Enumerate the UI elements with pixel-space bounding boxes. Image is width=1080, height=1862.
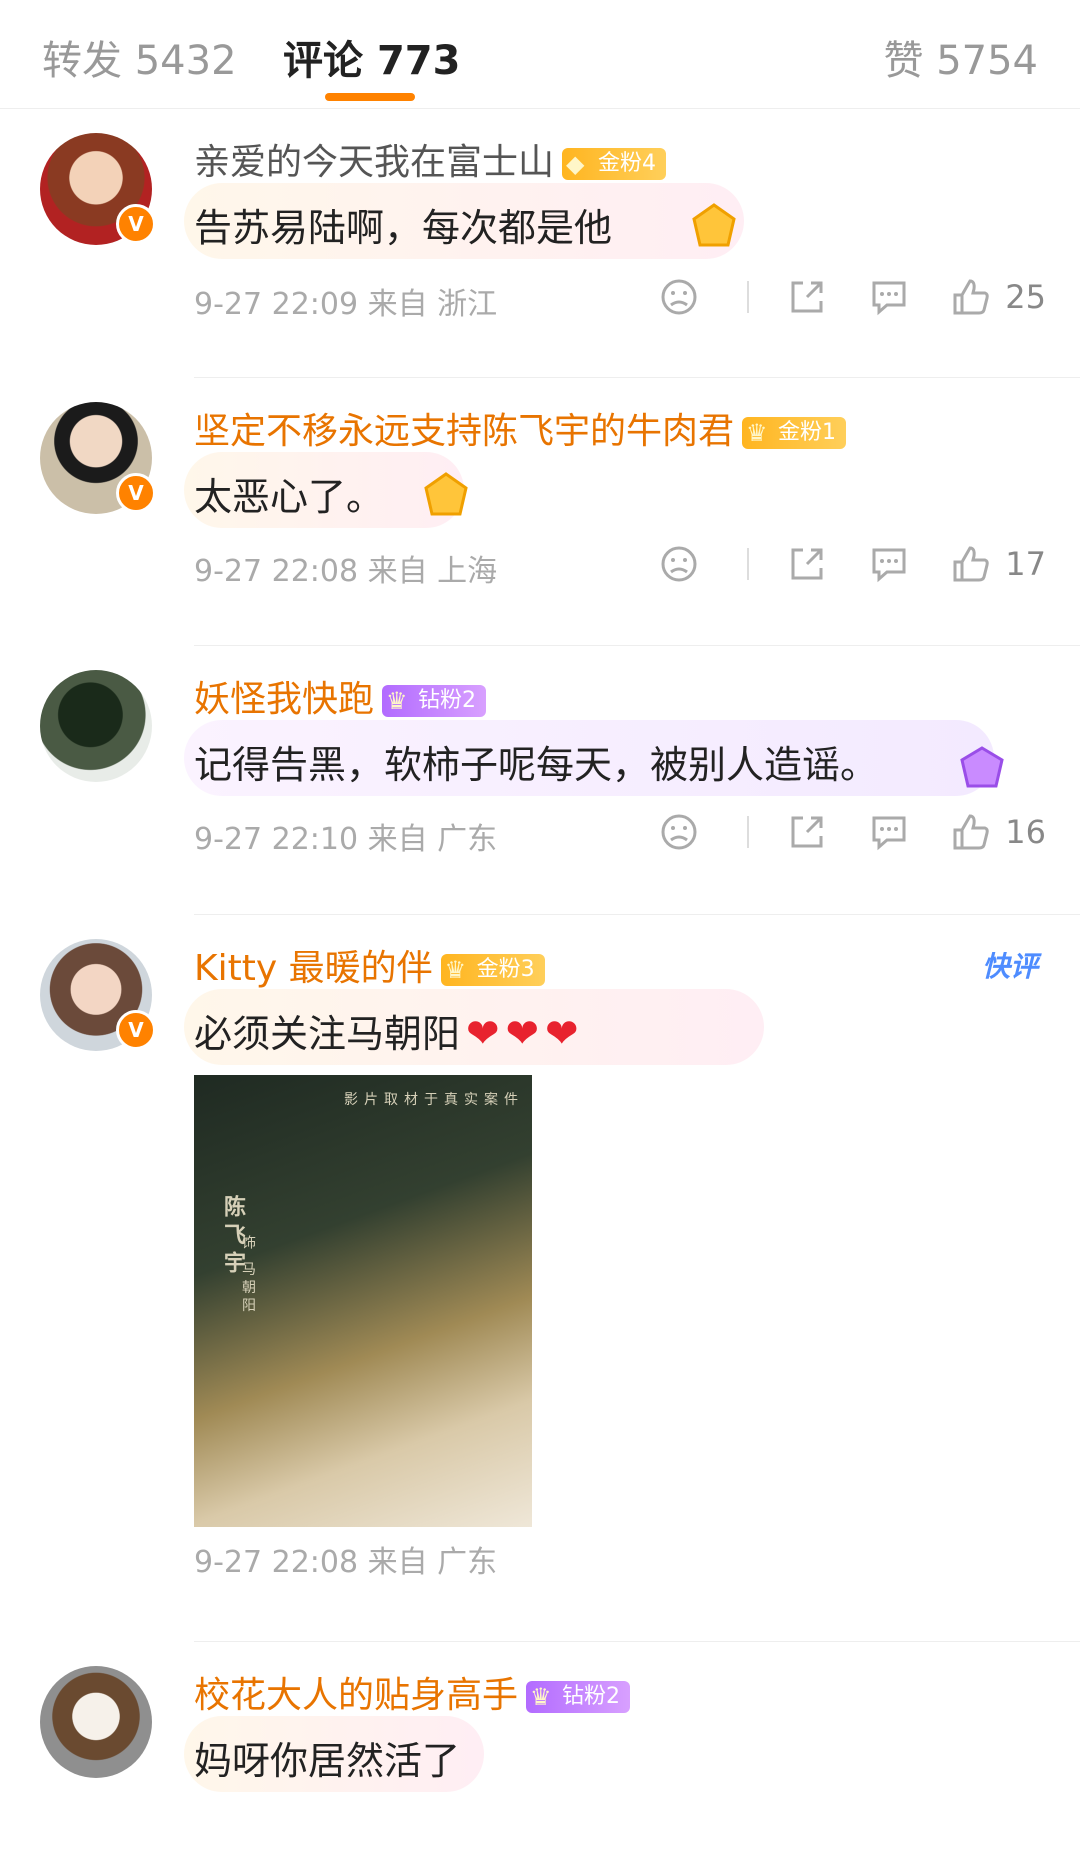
- comment-item: V 坚定不移永远支持陈飞宇的牛肉君 ♛ 金粉1 太恶心了。 9-27 22:08 来…: [40, 378, 1080, 646]
- comment-text: 告苏易陆啊，每次都是他: [194, 206, 613, 250]
- comment-text-content: 必须关注马朝阳: [194, 1012, 461, 1056]
- comment-item: 校花大人的贴身高手 ♛ 钻粉2 妈呀你居然活了: [40, 1642, 1080, 1862]
- like-icon[interactable]: [951, 812, 991, 852]
- like-icon[interactable]: [951, 544, 991, 584]
- comment-location: 来自 广东: [367, 1545, 498, 1580]
- tab-like-count: 5754: [936, 38, 1038, 84]
- reply-icon[interactable]: [869, 277, 909, 317]
- fan-badge[interactable]: ◆ 金粉4: [562, 148, 667, 180]
- comment-tabs: 转发 5432 评论 773 赞 5754: [0, 0, 1080, 109]
- username[interactable]: 妖怪我快跑 ♛ 钻粉2: [194, 670, 487, 722]
- share-icon[interactable]: [787, 544, 827, 584]
- fan-badge-label: 钻粉2: [418, 688, 477, 713]
- comment-location: 来自 广东: [367, 822, 498, 857]
- like-count: 17: [1005, 545, 1046, 583]
- username-text: 坚定不移永远支持陈飞宇的牛肉君: [194, 411, 735, 452]
- fan-badge[interactable]: ♛ 金粉1: [742, 417, 847, 449]
- crown-icon: ♛: [530, 1683, 552, 1711]
- comment-text: 妈呀你居然活了: [194, 1739, 461, 1783]
- comment-location: 来自 上海: [367, 554, 498, 589]
- heart-icon: ❤: [545, 1011, 579, 1057]
- share-icon[interactable]: [787, 277, 827, 317]
- comment-text: 记得告黑，软柿子呢每天，被别人造谣。: [194, 743, 879, 787]
- comment-location: 来自 浙江: [367, 287, 498, 322]
- comment-image[interactable]: 影片取材于真实案件 陈飞宇 饰 马朝阳: [194, 1075, 532, 1527]
- verified-icon: V: [116, 473, 156, 513]
- comment-item: V Kitty 最暖的伴 ♛ 金粉3 快评 必须关注马朝阳 ❤ ❤ ❤ 影片取材于真实案件…: [40, 915, 1080, 1642]
- heart-icon: ❤: [505, 1011, 540, 1057]
- username[interactable]: 校花大人的贴身高手 ♛ 钻粉2: [194, 1666, 631, 1718]
- crown-icon: ♛: [746, 419, 768, 447]
- gold-gem-icon: [424, 472, 468, 516]
- comment-actions: 17: [659, 544, 1046, 584]
- purple-gem-icon: [960, 746, 1004, 788]
- like-count: 25: [1005, 278, 1046, 316]
- active-tab-indicator: [325, 93, 415, 101]
- heart-icon: ❤: [466, 1011, 500, 1057]
- poster-role-name: 饰 马朝阳: [240, 1235, 256, 1316]
- tab-comment-label: 评论: [283, 38, 363, 84]
- comment-text: 太恶心了。: [194, 475, 385, 519]
- comment-actions: 16: [659, 812, 1046, 852]
- crown-icon: ♛: [444, 956, 467, 984]
- username-text: Kitty 最暖的伴: [194, 948, 433, 989]
- dislike-icon[interactable]: [659, 277, 699, 317]
- separator: [747, 816, 750, 848]
- comment-item: 妖怪我快跑 ♛ 钻粉2 记得告黑，软柿子呢每天，被别人造谣。 9-27 22:10 …: [40, 646, 1080, 915]
- comment-meta: 9-27 22:08 来自 上海: [194, 546, 497, 590]
- tab-repost-label: 转发: [42, 38, 122, 84]
- separator: [747, 281, 750, 313]
- username[interactable]: 坚定不移永远支持陈飞宇的牛肉君 ♛ 金粉1: [194, 402, 847, 454]
- verified-icon: V: [116, 1010, 156, 1050]
- dislike-icon[interactable]: [659, 544, 699, 584]
- username-text: 亲爱的今天我在富士山: [194, 142, 555, 183]
- reply-icon[interactable]: [869, 544, 909, 584]
- separator: [747, 548, 750, 580]
- verified-icon: V: [116, 204, 156, 244]
- fan-badge-label: 金粉4: [598, 151, 657, 176]
- comment-text: 必须关注马朝阳 ❤ ❤ ❤: [194, 1003, 579, 1058]
- share-icon[interactable]: [787, 812, 827, 852]
- username[interactable]: 亲爱的今天我在富士山 ◆ 金粉4: [194, 133, 667, 185]
- tab-like[interactable]: 赞 5754: [883, 28, 1038, 86]
- fan-badge-label: 钻粉2: [562, 1684, 621, 1709]
- fan-badge[interactable]: ♛ 金粉3: [440, 954, 545, 986]
- fan-badge-label: 金粉1: [778, 420, 837, 445]
- fan-badge[interactable]: ♛ 钻粉2: [382, 685, 487, 717]
- comment-item: V 亲爱的今天我在富士山 ◆ 金粉4 告苏易陆啊，每次都是他 9-27 22:09 …: [40, 109, 1080, 378]
- like-count: 16: [1005, 813, 1046, 851]
- gem-icon: ◆: [566, 150, 585, 178]
- fan-badge[interactable]: ♛ 钻粉2: [526, 1681, 631, 1713]
- quick-comment-label[interactable]: 快评: [982, 945, 1038, 985]
- username-text: 妖怪我快跑: [194, 679, 375, 720]
- comment-meta: 9-27 22:08 来自 广东: [194, 1537, 497, 1581]
- comment-actions: 25: [659, 277, 1046, 317]
- avatar[interactable]: [40, 1666, 152, 1778]
- tab-repost-count: 5432: [134, 38, 237, 84]
- comment-meta: 9-27 22:10 来自 广东: [194, 814, 497, 858]
- comment-time: 9-27 22:09: [194, 287, 359, 322]
- like-icon[interactable]: [951, 277, 991, 317]
- fan-badge-label: 金粉3: [476, 957, 535, 982]
- poster-tagline: 影片取材于真实案件: [344, 1092, 524, 1108]
- comment-meta: 9-27 22:09 来自 浙江: [194, 279, 497, 323]
- username[interactable]: Kitty 最暖的伴 ♛ 金粉3: [194, 939, 545, 991]
- dislike-icon[interactable]: [659, 812, 699, 852]
- reply-icon[interactable]: [869, 812, 909, 852]
- comment-time: 9-27 22:08: [194, 554, 359, 589]
- tab-comment-count: 773: [376, 38, 461, 84]
- username-text: 校花大人的贴身高手: [194, 1675, 519, 1716]
- comment-time: 9-27 22:10: [194, 822, 359, 857]
- comment-time: 9-27 22:08: [194, 1545, 359, 1580]
- avatar[interactable]: [40, 670, 152, 782]
- tab-like-label: 赞: [883, 38, 924, 84]
- tab-comment[interactable]: 评论 773: [283, 28, 460, 86]
- gold-gem-icon: [692, 203, 736, 247]
- tab-repost[interactable]: 转发 5432: [42, 28, 237, 86]
- crown-icon: ♛: [386, 687, 408, 715]
